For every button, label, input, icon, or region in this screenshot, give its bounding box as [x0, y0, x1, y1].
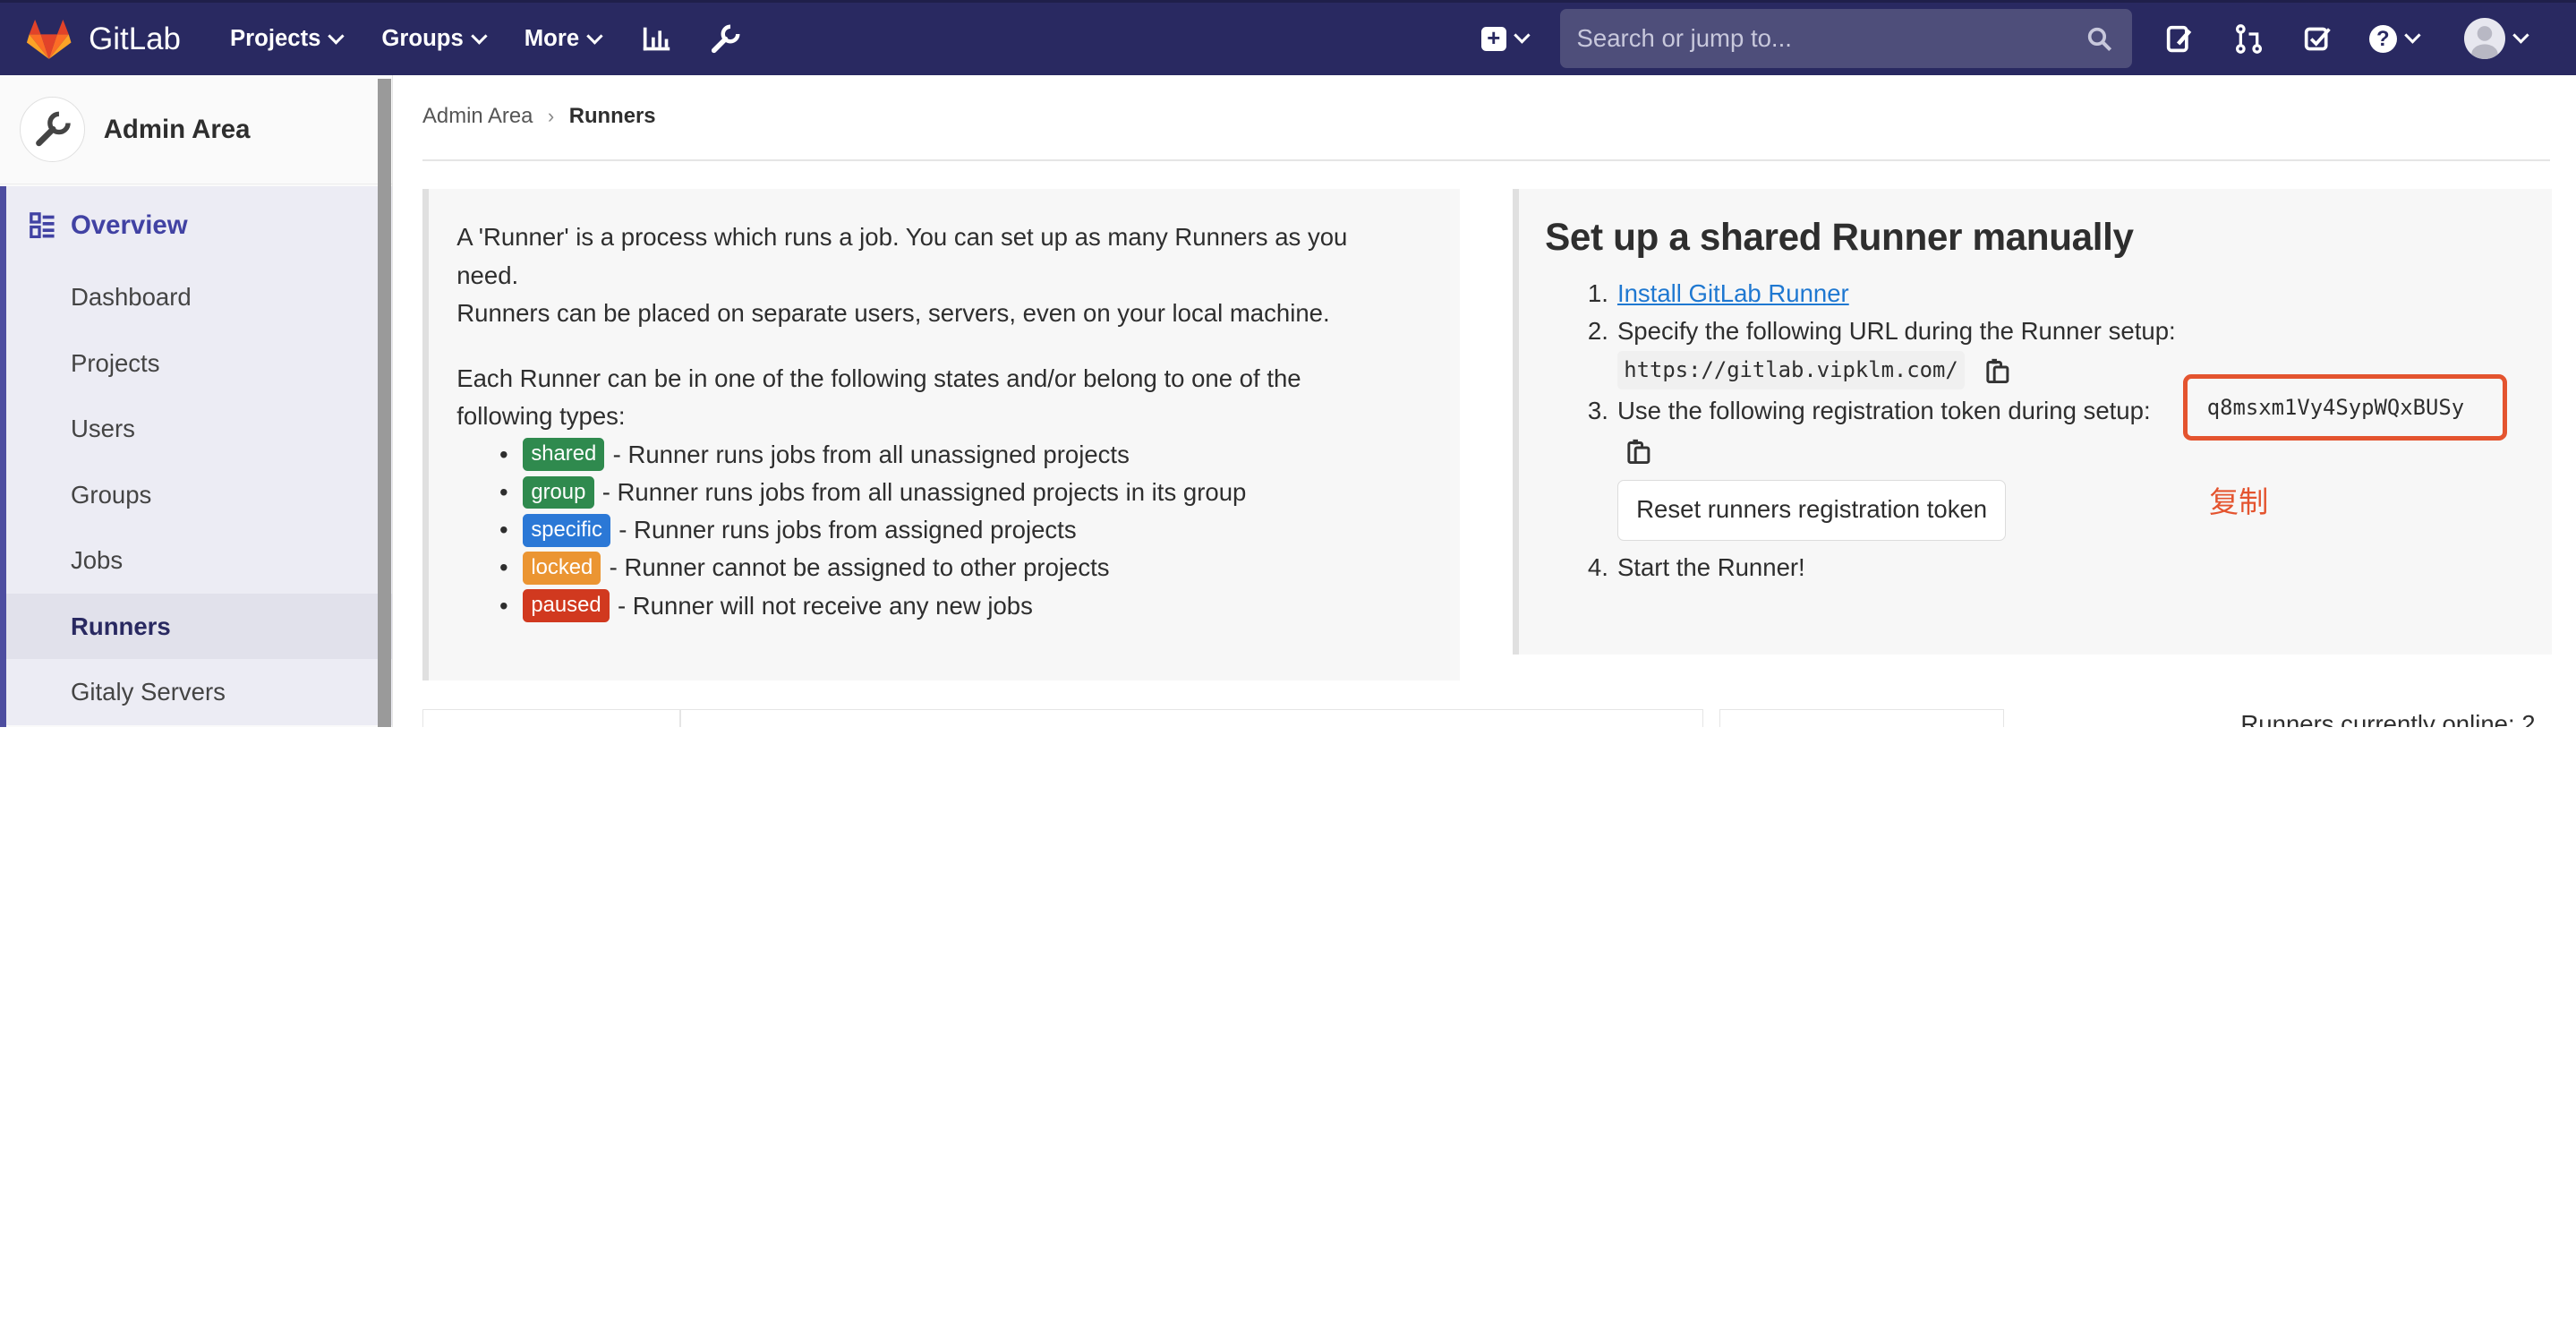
specific-badge: specific [523, 513, 611, 547]
sidebar-item-runners[interactable]: Runners [0, 593, 392, 660]
chevron-down-icon [2404, 27, 2421, 44]
type-description: - Runner cannot be assigned to other pro… [609, 553, 1110, 582]
overview-icon [30, 212, 55, 239]
sidebar-item-users[interactable]: Users [0, 397, 392, 462]
setup-steps: 1. Install GitLab Runner 2. Specify the … [1587, 275, 2552, 586]
merge-request-icon[interactable] [2231, 21, 2266, 56]
info-line: Runners can be placed on separate users,… [456, 298, 1330, 327]
sidebar-item-jobs[interactable]: Jobs [0, 528, 392, 594]
todos-checkbox-icon[interactable] [2300, 21, 2336, 56]
filter-input[interactable] [680, 708, 1703, 727]
reset-token-button[interactable]: Reset runners registration token [1616, 479, 2007, 541]
info-line: following types: [456, 402, 626, 431]
list-item: specific - Runner runs jobs from assigne… [499, 511, 1460, 549]
sort-dropdown[interactable] [1719, 708, 2004, 727]
step-4: 4. Start the Runner! [1587, 552, 1805, 581]
chevron-down-icon [328, 27, 345, 45]
step-2-text: Specify the following URL during the Run… [1616, 317, 2176, 346]
nav-projects-dropdown[interactable]: Projects [230, 26, 345, 52]
sidebar-item-dashboard[interactable]: Dashboard [0, 265, 392, 330]
nav-menu: Projects Groups More [230, 22, 778, 56]
install-runner-link[interactable]: Install GitLab Runner [1617, 279, 1849, 307]
help-icon: ? [2368, 24, 2397, 54]
sidebar-section-label: Overview [70, 210, 188, 240]
type-description: - Runner runs jobs from all unassigned p… [612, 440, 1130, 468]
shared-badge: shared [523, 438, 605, 472]
nav-more-dropdown[interactable]: More [524, 26, 603, 52]
breadcrumb-current[interactable]: Runners [569, 104, 656, 129]
list-item: locked - Runner cannot be assigned to ot… [499, 549, 1460, 586]
top-navbar: GitLab Projects Groups More + Search or … [0, 0, 2576, 76]
nav-groups-label: Groups [381, 26, 464, 52]
paused-badge: paused [523, 589, 610, 623]
type-description: - Runner will not receive any new jobs [617, 591, 1033, 620]
sidebar-title: Admin Area [103, 114, 251, 144]
sidebar-item-overview[interactable]: Overview [0, 185, 392, 727]
admin-sidebar: Admin Area Overview Dashboard Projects U… [0, 75, 393, 727]
copy-annotation: 复制 [2209, 484, 2269, 520]
nav-right: + ? [1481, 3, 2576, 75]
copy-url-icon[interactable] [1986, 357, 2009, 384]
step-3-text: Use the following registration token dur… [1616, 397, 2151, 425]
main-content: Admin Area › Runners A 'Runner' is a pro… [393, 75, 2576, 727]
chevron-down-icon [586, 27, 603, 45]
registration-token: q8msxm1Vy4SypWQxBUSy [2206, 394, 2465, 420]
sidebar-header[interactable]: Admin Area [0, 75, 392, 184]
step-3: 3. Use the following registration token … [1588, 374, 2552, 541]
step-1: 1. Install GitLab Runner [1587, 278, 1849, 307]
nav-more-label: More [524, 26, 580, 52]
sidebar-item-gitaly-servers[interactable]: Gitaly Servers [0, 659, 392, 724]
runner-url: https://gitlab.vipklm.com/ [1616, 351, 1966, 389]
page: GitLab Projects Groups More + Search or … [0, 0, 2576, 727]
nav-groups-dropdown[interactable]: Groups [381, 26, 488, 52]
list-item: paused - Runner will not receive any new… [499, 587, 1460, 625]
type-description: - Runner runs jobs from assigned project… [618, 516, 1077, 544]
step-4-text: Start the Runner! [1616, 552, 1805, 581]
nav-projects-label: Projects [230, 26, 321, 52]
search-tab[interactable] [422, 708, 681, 727]
avatar [2464, 18, 2506, 60]
plus-icon: + [1481, 26, 1506, 52]
search-input[interactable] [1560, 24, 2054, 54]
new-dropdown[interactable]: + [1481, 26, 1531, 52]
chevron-down-icon [2512, 27, 2529, 44]
active-section-indicator [0, 185, 7, 727]
search-icon [2087, 27, 2111, 51]
setup-title: Set up a shared Runner manually [1545, 215, 2134, 258]
group-badge: group [523, 475, 594, 509]
chevron-down-icon [471, 27, 488, 45]
type-description: - Runner runs jobs from all unassigned p… [601, 477, 1247, 506]
activity-chart-icon[interactable] [640, 22, 673, 56]
gitlab-logo-icon [27, 19, 72, 59]
brand[interactable]: GitLab [26, 3, 181, 75]
registration-token-highlight: q8msxm1Vy4SypWQxBUSy [2182, 374, 2507, 441]
copy-token-icon[interactable] [1627, 438, 1651, 464]
sidebar-item-projects[interactable]: Projects [0, 330, 392, 396]
divider [422, 159, 2550, 161]
list-item: group - Runner runs jobs from all unassi… [499, 474, 1460, 511]
search-box [1560, 9, 2133, 69]
runners-info-box: A 'Runner' is a process which runs a job… [422, 189, 1460, 681]
list-item: shared - Runner runs jobs from all unass… [499, 436, 1460, 474]
todo-sidebar-icon[interactable] [2162, 21, 2197, 56]
runner-types-list: shared - Runner runs jobs from all unass… [499, 436, 1460, 625]
breadcrumb-admin-area[interactable]: Admin Area [422, 104, 533, 129]
chevron-down-icon [1513, 27, 1531, 44]
admin-wrench-icon [20, 96, 86, 163]
runners-online-count: Runners currently online: 2 [2240, 710, 2536, 727]
info-line: Each Runner can be in one of the followi… [456, 364, 1301, 393]
admin-wrench-icon[interactable] [709, 22, 742, 56]
help-dropdown[interactable]: ? [2368, 24, 2421, 54]
locked-badge: locked [523, 552, 601, 585]
sidebar-subitems: Dashboard Projects Users Groups Jobs Run… [0, 264, 392, 725]
sidebar-scrollbar[interactable] [378, 79, 392, 727]
info-line: A 'Runner' is a process which runs a job… [456, 223, 1348, 252]
brand-name: GitLab [89, 21, 181, 56]
shared-runner-setup-box: Set up a shared Runner manually 1. Insta… [1512, 189, 2552, 655]
user-menu-dropdown[interactable] [2464, 18, 2529, 60]
breadcrumb: Admin Area › Runners [422, 104, 656, 129]
sidebar-item-groups[interactable]: Groups [0, 462, 392, 527]
info-line: need. [456, 261, 519, 289]
breadcrumb-separator: › [547, 104, 555, 127]
